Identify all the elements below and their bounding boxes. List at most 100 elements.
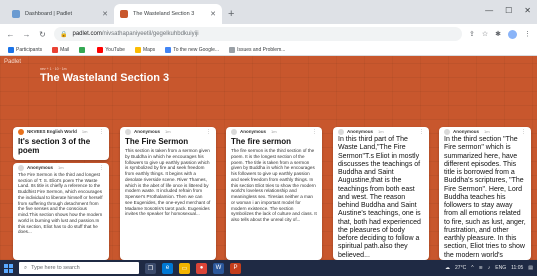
more-options-icon[interactable]: ⋮ <box>206 129 211 135</box>
post-body: In the third section "The Fire sermon" w… <box>444 136 526 260</box>
extensions-icon[interactable]: ✱ <box>495 30 501 39</box>
weather-icon[interactable]: ☁ <box>445 265 450 271</box>
avatar <box>125 128 131 135</box>
post-body: In this third part of The Waste Land,"Th… <box>338 136 421 259</box>
post-card[interactable]: Anonymous 1m ⋮ The Fire Sermon This sect… <box>120 127 216 260</box>
profile-avatar-icon[interactable] <box>508 29 517 39</box>
padlet-logo[interactable]: Padlet <box>4 59 21 65</box>
avatar <box>18 128 24 135</box>
close-icon[interactable]: ✕ <box>210 10 216 18</box>
post-body: The Fire Sermon is the third and longest… <box>18 172 103 235</box>
language-indicator[interactable]: ENG <box>495 265 506 271</box>
star-icon[interactable]: ☆ <box>482 30 488 39</box>
avatar <box>444 128 450 135</box>
page-title: The Wasteland Section 3 <box>40 72 170 84</box>
bookmark-issues[interactable]: Issues and Problem... <box>229 46 285 53</box>
url-path: /nivsathapaniyeetil/gegelkuhbdkuiyiji <box>101 31 199 37</box>
post-card[interactable]: NKVEES English World 1m ⋮ It's section 3… <box>13 127 109 160</box>
board-meta: nev + 1 · 10 · 1m <box>40 67 67 71</box>
bookmark-new-google[interactable]: To the new Google... <box>165 46 219 53</box>
browser-tab-strip: Dashboard | Padlet ✕ The Wasteland Secti… <box>0 0 537 24</box>
chrome-icon[interactable]: ● <box>196 262 207 274</box>
word-icon[interactable]: W <box>213 262 224 274</box>
close-icon[interactable]: ✕ <box>102 10 108 18</box>
post-body: This section is taken from a sermon give… <box>125 148 211 217</box>
post-time: 1m <box>378 129 384 134</box>
lock-icon: 🔒 <box>60 31 68 38</box>
post-body: The fire sermon is the third section of … <box>231 148 317 222</box>
bookmark-participants[interactable]: Participants <box>8 46 42 53</box>
post-title: The fire sermon <box>231 137 292 146</box>
post-author: Anonymous <box>27 165 54 170</box>
post-author: Anonymous <box>240 129 267 134</box>
task-view-icon[interactable]: ❐ <box>145 262 156 274</box>
post-time: 1m <box>271 129 277 134</box>
page-icon <box>229 46 236 53</box>
bookmarks-bar: Participants Mail YouTube Maps To the ne… <box>0 44 537 56</box>
toolbar-icons: ⇪ ☆ ✱ ⋮ <box>469 29 531 39</box>
bookmark-mail[interactable]: Mail <box>52 46 69 53</box>
url-host: padlet.com <box>72 31 102 37</box>
post-author: Anonymous <box>347 129 374 134</box>
taskbar-search-input[interactable]: ⌕ Type here to search <box>19 262 139 274</box>
new-tab-plus-icon[interactable]: + <box>228 4 234 24</box>
post-card[interactable]: Anonymous 1m ⋮ The fire sermon The fire … <box>226 127 322 260</box>
window-controls: — ☐ ✕ <box>485 6 531 15</box>
post-time: 1m <box>58 165 64 170</box>
post-card[interactable]: Anonymous 1m ⋮ In this third part of The… <box>333 127 429 260</box>
tab-label: The Wasteland Section 3 <box>133 11 195 17</box>
more-options-icon[interactable]: ⋮ <box>99 129 104 135</box>
padlet-board: Padlet nev + 1 · 10 · 1m The Wasteland S… <box>0 56 537 260</box>
windows-start-icon[interactable] <box>4 263 13 273</box>
powerpoint-icon[interactable]: P <box>230 262 241 274</box>
tab-dashboard[interactable]: Dashboard | Padlet ✕ <box>6 4 114 24</box>
file-explorer-icon[interactable]: ▭ <box>179 262 190 274</box>
address-bar[interactable]: 🔒 padlet.com/nivsathapaniyeetil/gegelkuh… <box>54 27 462 41</box>
avatar <box>231 128 237 135</box>
more-options-icon[interactable]: ⋮ <box>99 165 104 171</box>
participants-icon <box>8 46 14 53</box>
reload-icon[interactable]: ↻ <box>38 30 47 39</box>
maximize-icon[interactable]: ☐ <box>505 6 512 15</box>
bookmark-unnamed[interactable] <box>79 46 87 53</box>
google-icon <box>165 46 172 53</box>
notification-icon[interactable]: ▤ <box>528 265 533 271</box>
post-author: Anonymous <box>134 129 161 134</box>
weather-text: 27°C <box>455 265 467 271</box>
bookmark-youtube[interactable]: YouTube <box>97 46 125 53</box>
avatar <box>18 164 24 171</box>
browser-toolbar: ← → ↻ 🔒 padlet.com/nivsathapaniyeetil/ge… <box>0 24 537 44</box>
post-time: 1m <box>81 129 88 134</box>
chevron-up-icon[interactable]: ^ <box>471 265 473 271</box>
padlet-favicon-icon <box>120 10 128 18</box>
search-placeholder: Type here to search <box>31 265 80 271</box>
forward-arrow-icon[interactable]: → <box>22 30 31 39</box>
post-card[interactable]: Anonymous 1m ⋮ The Fire Sermon is the th… <box>13 163 109 260</box>
more-options-icon[interactable]: ⋮ <box>521 129 526 135</box>
gmail-icon <box>52 46 59 53</box>
edge-icon[interactable]: e <box>162 262 173 274</box>
tab-label: Dashboard | Padlet <box>25 11 72 17</box>
wifi-icon[interactable]: ≋ <box>479 265 483 271</box>
avatar <box>338 128 344 135</box>
post-card[interactable]: Anonymous 1m ⋮ In the third section "The… <box>439 127 531 260</box>
taskbar: ⌕ Type here to search ❐ e ▭ ● W P ☁ 27°C… <box>0 260 537 276</box>
menu-kebab-icon[interactable]: ⋮ <box>524 30 531 39</box>
clock[interactable]: 11:05 <box>511 265 523 271</box>
youtube-icon <box>97 46 104 53</box>
more-options-icon[interactable]: ⋮ <box>419 129 424 135</box>
search-icon: ⌕ <box>24 264 28 271</box>
volume-icon[interactable]: ♪ <box>488 265 491 271</box>
more-options-icon[interactable]: ⋮ <box>312 129 317 135</box>
maps-icon <box>134 46 141 53</box>
close-window-icon[interactable]: ✕ <box>524 6 531 15</box>
back-arrow-icon[interactable]: ← <box>6 30 15 39</box>
minimize-icon[interactable]: — <box>485 6 493 15</box>
post-author: Anonymous <box>453 129 480 134</box>
padlet-favicon-icon <box>12 10 20 18</box>
bookmark-maps[interactable]: Maps <box>134 46 155 53</box>
post-title: It's section 3 of the poem <box>18 137 91 156</box>
post-title: The Fire Sermon <box>125 137 189 146</box>
share-icon[interactable]: ⇪ <box>469 30 475 39</box>
tab-wasteland[interactable]: The Wasteland Section 3 ✕ <box>114 4 222 24</box>
